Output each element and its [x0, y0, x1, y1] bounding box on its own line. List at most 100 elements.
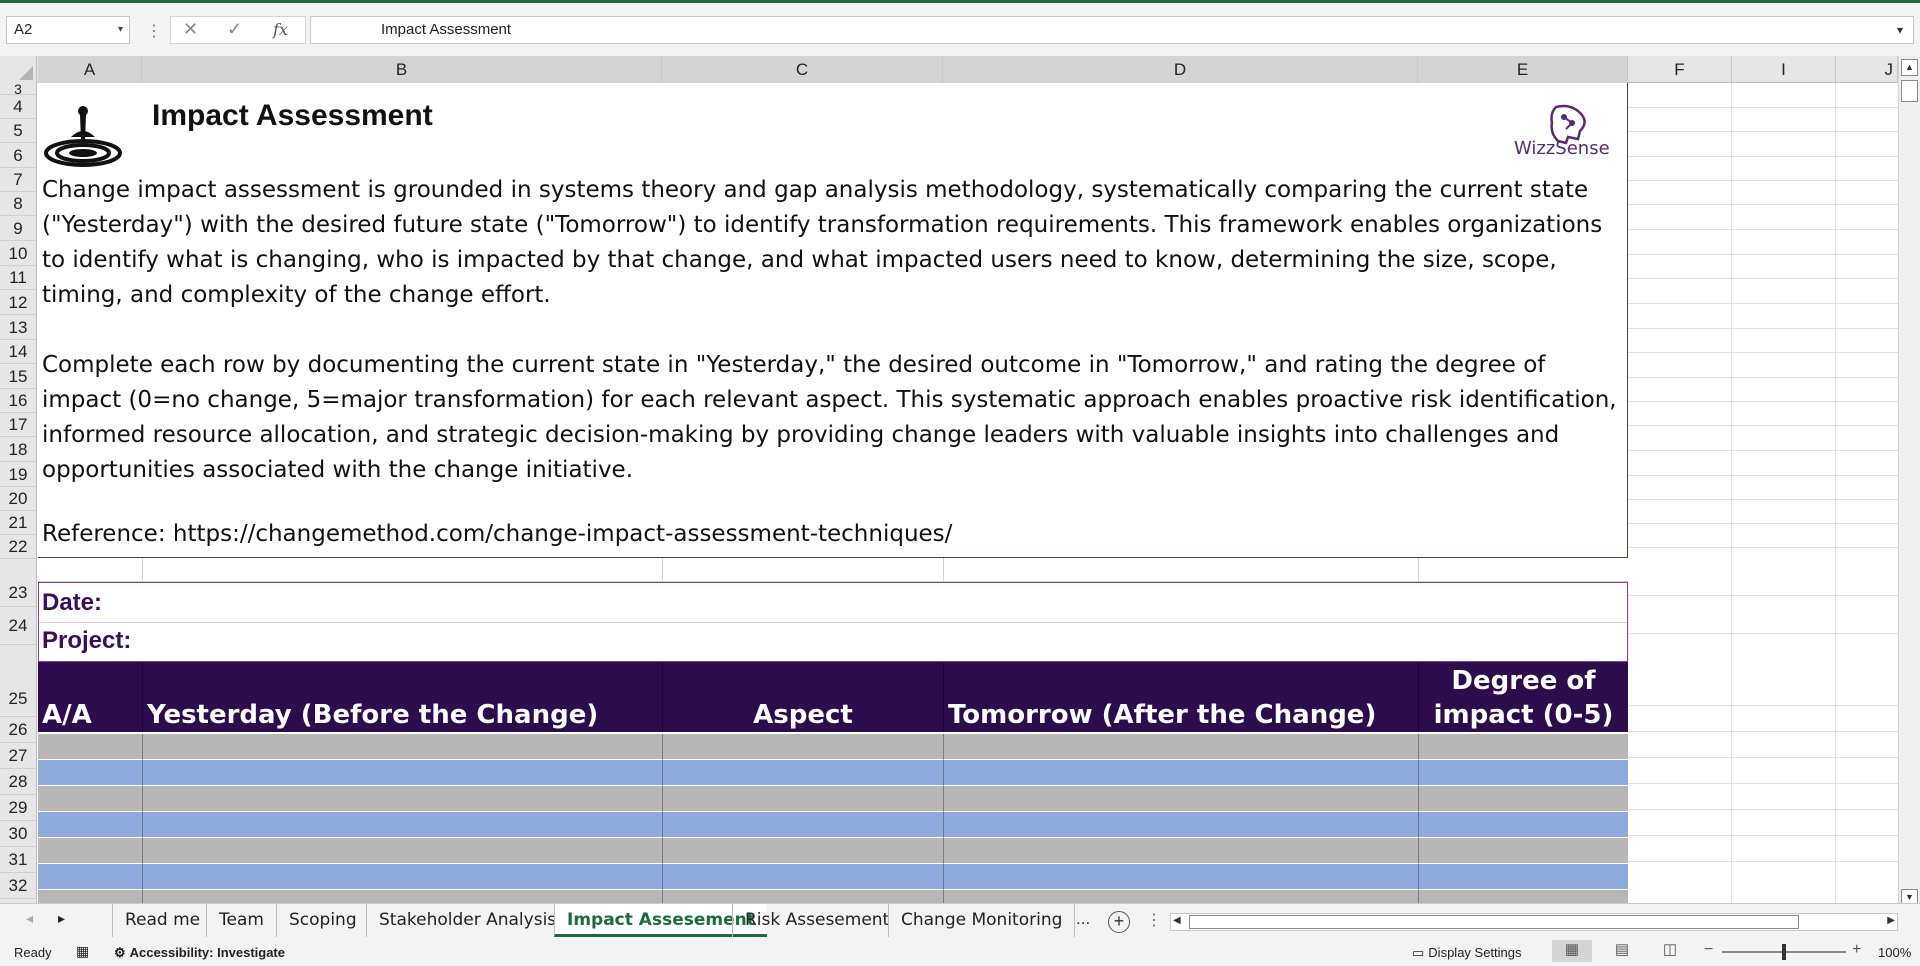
chevron-down-icon[interactable]: ▾: [118, 17, 123, 43]
row-header-16[interactable]: 16: [0, 389, 36, 413]
row-header-5[interactable]: 5: [0, 119, 36, 143]
header-degree-of-impact[interactable]: Degree of impact (0-5): [1419, 662, 1628, 732]
row-header-22[interactable]: 22: [0, 535, 36, 559]
row-header-12[interactable]: 12: [0, 290, 36, 315]
row-header-4[interactable]: 4: [0, 95, 36, 119]
sheet-tabs-bar: ◂ ▸ Read me Team Scoping Stakeholder Ana…: [0, 903, 1920, 937]
column-header-d[interactable]: D: [943, 56, 1418, 83]
insert-function-icon[interactable]: fx: [273, 20, 288, 39]
enter-icon[interactable]: ✓: [227, 19, 242, 40]
name-box[interactable]: A2 ▾: [6, 16, 130, 44]
macro-recording-icon[interactable]: ▦: [76, 943, 89, 960]
more-options-icon[interactable]: ⋮: [146, 21, 162, 41]
row-header-7[interactable]: 7: [0, 168, 36, 192]
row-header-8[interactable]: 8: [0, 192, 36, 216]
header-tomorrow[interactable]: Tomorrow (After the Change): [944, 662, 1418, 732]
expand-formula-icon[interactable]: ▾: [1897, 17, 1903, 43]
logo-text: WizzSense: [1514, 138, 1610, 159]
formula-input[interactable]: Impact Assessment ▾: [310, 16, 1914, 44]
header-yesterday[interactable]: Yesterday (Before the Change): [143, 662, 662, 732]
table-row[interactable]: [38, 786, 1628, 812]
column-header-j[interactable]: J: [1836, 56, 1898, 83]
description-banner[interactable]: Impact Assessment WizzSense Change impac…: [38, 83, 1628, 558]
row-header-9[interactable]: 9: [0, 216, 36, 241]
row-header-31[interactable]: 31: [0, 847, 36, 873]
column-header-e[interactable]: E: [1418, 56, 1628, 83]
split-handle-icon[interactable]: ⋮: [1146, 910, 1162, 930]
table-row[interactable]: [38, 838, 1628, 864]
scroll-up-icon[interactable]: ▲: [1901, 59, 1918, 76]
select-all-corner[interactable]: [0, 56, 37, 83]
row-header-32[interactable]: 32: [0, 873, 36, 899]
display-settings-button[interactable]: ▭ Display Settings: [1412, 945, 1522, 961]
tab-scoping[interactable]: Scoping: [276, 904, 369, 937]
horizontal-scrollbar[interactable]: ◀ ▶: [1170, 913, 1898, 931]
tab-team[interactable]: Team: [206, 904, 276, 937]
row-header-11[interactable]: 11: [0, 266, 36, 290]
zoom-out-icon[interactable]: −: [1704, 941, 1713, 959]
scroll-thumb[interactable]: [1189, 915, 1799, 929]
row-header-25[interactable]: 25: [0, 645, 36, 717]
row-header-15[interactable]: 15: [0, 364, 36, 389]
header-aa[interactable]: A/A: [38, 662, 142, 732]
normal-view-icon[interactable]: ▦: [1552, 940, 1592, 962]
table-row[interactable]: [38, 760, 1628, 786]
row-header-23[interactable]: 23: [0, 559, 36, 607]
row-header-18[interactable]: 18: [0, 437, 36, 462]
cell-grid[interactable]: Impact Assessment WizzSense Change impac…: [38, 83, 1898, 903]
row-header-20[interactable]: 20: [0, 487, 36, 511]
row-header-26[interactable]: 26: [0, 717, 36, 743]
zoom-slider-handle[interactable]: [1782, 944, 1786, 960]
wizzsense-logo-icon: [1550, 104, 1586, 145]
vertical-scrollbar[interactable]: ▲ ▼: [1898, 56, 1920, 906]
row-header-3[interactable]: 3: [0, 83, 36, 96]
row-header-21[interactable]: 21: [0, 511, 36, 535]
formula-bar: A2 ▾ ⋮ ✕ ✓ fx Impact Assessment ▾: [0, 0, 1920, 56]
table-row[interactable]: [38, 890, 1628, 903]
tab-read-me[interactable]: Read me: [112, 904, 212, 937]
table-row[interactable]: [38, 734, 1628, 760]
column-header-b[interactable]: B: [142, 56, 662, 83]
status-text: Ready: [14, 945, 52, 960]
column-header-f[interactable]: F: [1628, 56, 1732, 83]
tab-change-monitoring[interactable]: Change Monitoring: [888, 904, 1076, 937]
accessibility-status[interactable]: ⚙ Accessibility: Investigate: [114, 945, 285, 961]
date-label: Date:: [42, 589, 103, 616]
column-header-a[interactable]: A: [38, 56, 142, 83]
row-header-10[interactable]: 10: [0, 241, 36, 266]
zoom-slider[interactable]: [1722, 944, 1846, 960]
scroll-right-icon[interactable]: ▶: [1887, 915, 1895, 926]
row-header-6[interactable]: 6: [0, 143, 36, 168]
more-tabs-button[interactable]: ...: [1076, 909, 1090, 929]
project-info-box[interactable]: Date: Project:: [38, 582, 1628, 662]
cancel-icon[interactable]: ✕: [183, 19, 198, 40]
page-break-view-icon[interactable]: ◫: [1650, 940, 1690, 962]
column-header-c[interactable]: C: [662, 56, 943, 83]
tab-scroll-left-icon[interactable]: ◂: [26, 910, 33, 927]
tab-stakeholder-analysis[interactable]: Stakeholder Analysis: [366, 904, 568, 937]
row-header-13[interactable]: 13: [0, 315, 36, 340]
scroll-thumb[interactable]: [1901, 80, 1918, 102]
scroll-left-icon[interactable]: ◀: [1173, 915, 1181, 926]
column-headers: A B C D E F I J: [0, 56, 1900, 83]
table-row[interactable]: [38, 812, 1628, 838]
row-header-30[interactable]: 30: [0, 821, 36, 847]
row-header-19[interactable]: 19: [0, 462, 36, 487]
column-header-i[interactable]: I: [1732, 56, 1836, 83]
row-header-28[interactable]: 28: [0, 769, 36, 795]
row-header-17[interactable]: 17: [0, 413, 36, 437]
zoom-in-icon[interactable]: +: [1852, 941, 1861, 959]
tab-risk-assesement[interactable]: Risk Assesement: [732, 904, 901, 937]
table-row[interactable]: [38, 864, 1628, 890]
add-sheet-icon[interactable]: +: [1108, 911, 1130, 933]
water-drop-ripple-icon: [44, 106, 122, 167]
row-header-29[interactable]: 29: [0, 795, 36, 821]
header-aspect[interactable]: Aspect: [663, 662, 943, 732]
zoom-level[interactable]: 100%: [1878, 945, 1911, 960]
page-layout-view-icon[interactable]: ▤: [1602, 940, 1642, 962]
spreadsheet-app: A2 ▾ ⋮ ✕ ✓ fx Impact Assessment ▾ A B C …: [0, 0, 1920, 966]
tab-scroll-right-icon[interactable]: ▸: [58, 910, 65, 927]
row-header-24[interactable]: 24: [0, 607, 36, 645]
row-header-27[interactable]: 27: [0, 743, 36, 769]
row-header-14[interactable]: 14: [0, 340, 36, 364]
